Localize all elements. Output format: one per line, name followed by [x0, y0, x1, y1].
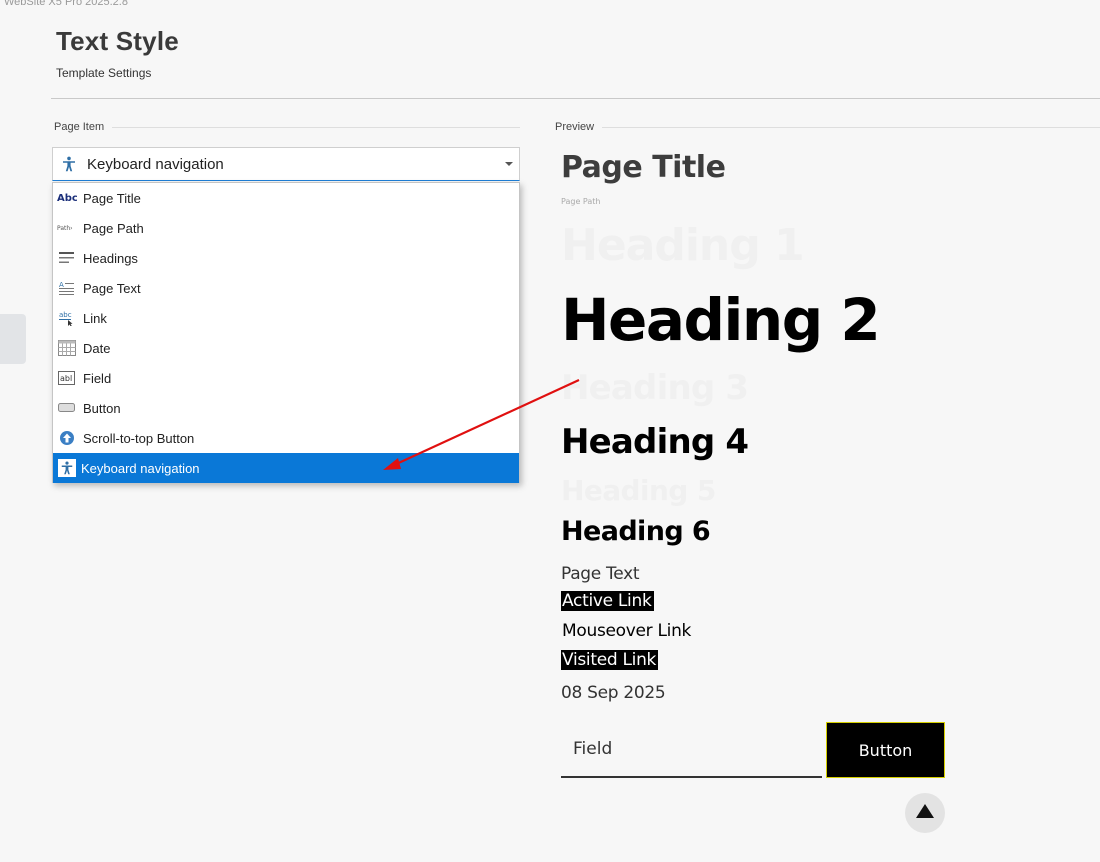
dropdown-item-scroll-to-top[interactable]: Scroll-to-top Button — [53, 423, 519, 453]
preview-field-label: Field — [573, 739, 613, 759]
dropdown-item-label: Keyboard navigation — [81, 460, 200, 476]
header-divider — [51, 98, 1100, 99]
preview-label: Preview — [555, 121, 595, 133]
svg-text:Path›: Path› — [57, 225, 73, 232]
dropdown-item-label: Scroll-to-top Button — [83, 430, 195, 446]
svg-text:abl: abl — [60, 374, 72, 383]
preview-section: Preview — [555, 121, 1100, 133]
side-panel-tab[interactable] — [0, 314, 26, 364]
headings-icon — [57, 248, 77, 268]
dropdown-item-label: Page Title — [83, 190, 141, 206]
preview-heading-1: Heading 1 — [561, 220, 805, 271]
dropdown-item-label: Button — [83, 400, 121, 416]
dropdown-item-headings[interactable]: Headings — [53, 243, 519, 273]
preview-heading-4: Heading 4 — [561, 422, 749, 462]
dropdown-item-page-title[interactable]: Abc Page Title — [53, 183, 519, 213]
preview-button: Button — [826, 722, 945, 778]
preview-heading-2: Heading 2 — [561, 286, 881, 354]
button-icon — [57, 398, 77, 418]
dropdown-item-page-path[interactable]: Path› Page Path — [53, 213, 519, 243]
scroll-to-top-icon — [57, 428, 77, 448]
page-subtitle: Template Settings — [56, 66, 152, 80]
dropdown-item-label: Page Path — [83, 220, 144, 236]
page-item-section: Page Item — [54, 121, 520, 133]
preview-visited-link: Visited Link — [561, 650, 659, 670]
page-text-icon: A — [57, 278, 77, 298]
dropdown-item-button[interactable]: Button — [53, 393, 519, 423]
preview-heading-5: Heading 5 — [561, 474, 716, 507]
field-icon: abl — [57, 368, 77, 388]
dropdown-item-keyboard-navigation[interactable]: Keyboard navigation — [53, 453, 519, 483]
abc-text-icon: Abc — [57, 188, 77, 208]
dropdown-item-label: Page Text — [83, 280, 141, 296]
link-icon: abc — [57, 308, 77, 328]
preview-page-text: Page Text — [561, 564, 640, 584]
preview-scroll-to-top-button — [905, 793, 945, 833]
dropdown-item-field[interactable]: abl Field — [53, 363, 519, 393]
page-item-select[interactable]: Keyboard navigation — [52, 147, 520, 181]
chevron-down-icon[interactable] — [505, 162, 513, 166]
preview-page-title: Page Title — [561, 150, 726, 185]
preview-active-link: Active Link — [561, 591, 654, 611]
accessibility-icon — [58, 459, 76, 477]
svg-text:A: A — [59, 281, 64, 289]
page-title: Text Style — [56, 26, 179, 56]
dropdown-item-date[interactable]: Date — [53, 333, 519, 363]
calendar-icon — [57, 338, 77, 358]
preview-date: 08 Sep 2025 — [561, 683, 666, 703]
preview-heading-6: Heading 6 — [561, 516, 711, 547]
preview-field: Field — [561, 722, 822, 778]
dropdown-item-label: Field — [83, 370, 112, 386]
dropdown-item-link[interactable]: abc Link — [53, 303, 519, 333]
section-divider — [602, 126, 1100, 128]
dropdown-item-page-text[interactable]: A Page Text — [53, 273, 519, 303]
page-path-icon: Path› — [57, 218, 77, 238]
dropdown-item-label: Date — [83, 340, 111, 356]
dropdown-item-label: Link — [83, 310, 107, 326]
page-item-select-value: Keyboard navigation — [87, 155, 224, 173]
triangle-up-icon — [915, 803, 935, 824]
preview-heading-3: Heading 3 — [561, 368, 749, 408]
section-divider — [112, 126, 520, 128]
page-item-label: Page Item — [54, 121, 105, 133]
svg-text:abc: abc — [59, 311, 72, 319]
accessibility-icon — [59, 154, 79, 174]
dropdown-item-label: Headings — [83, 250, 138, 266]
app-title: WebSite X5 Pro 2025.2.8 — [4, 0, 128, 8]
page-item-dropdown: Abc Page Title Path› Page Path Headings … — [52, 182, 520, 483]
preview-button-label: Button — [858, 740, 913, 760]
svg-text:Abc: Abc — [57, 193, 77, 204]
preview-page-path: Page Path — [561, 197, 601, 206]
preview-mouseover-link: Mouseover Link — [562, 621, 692, 641]
